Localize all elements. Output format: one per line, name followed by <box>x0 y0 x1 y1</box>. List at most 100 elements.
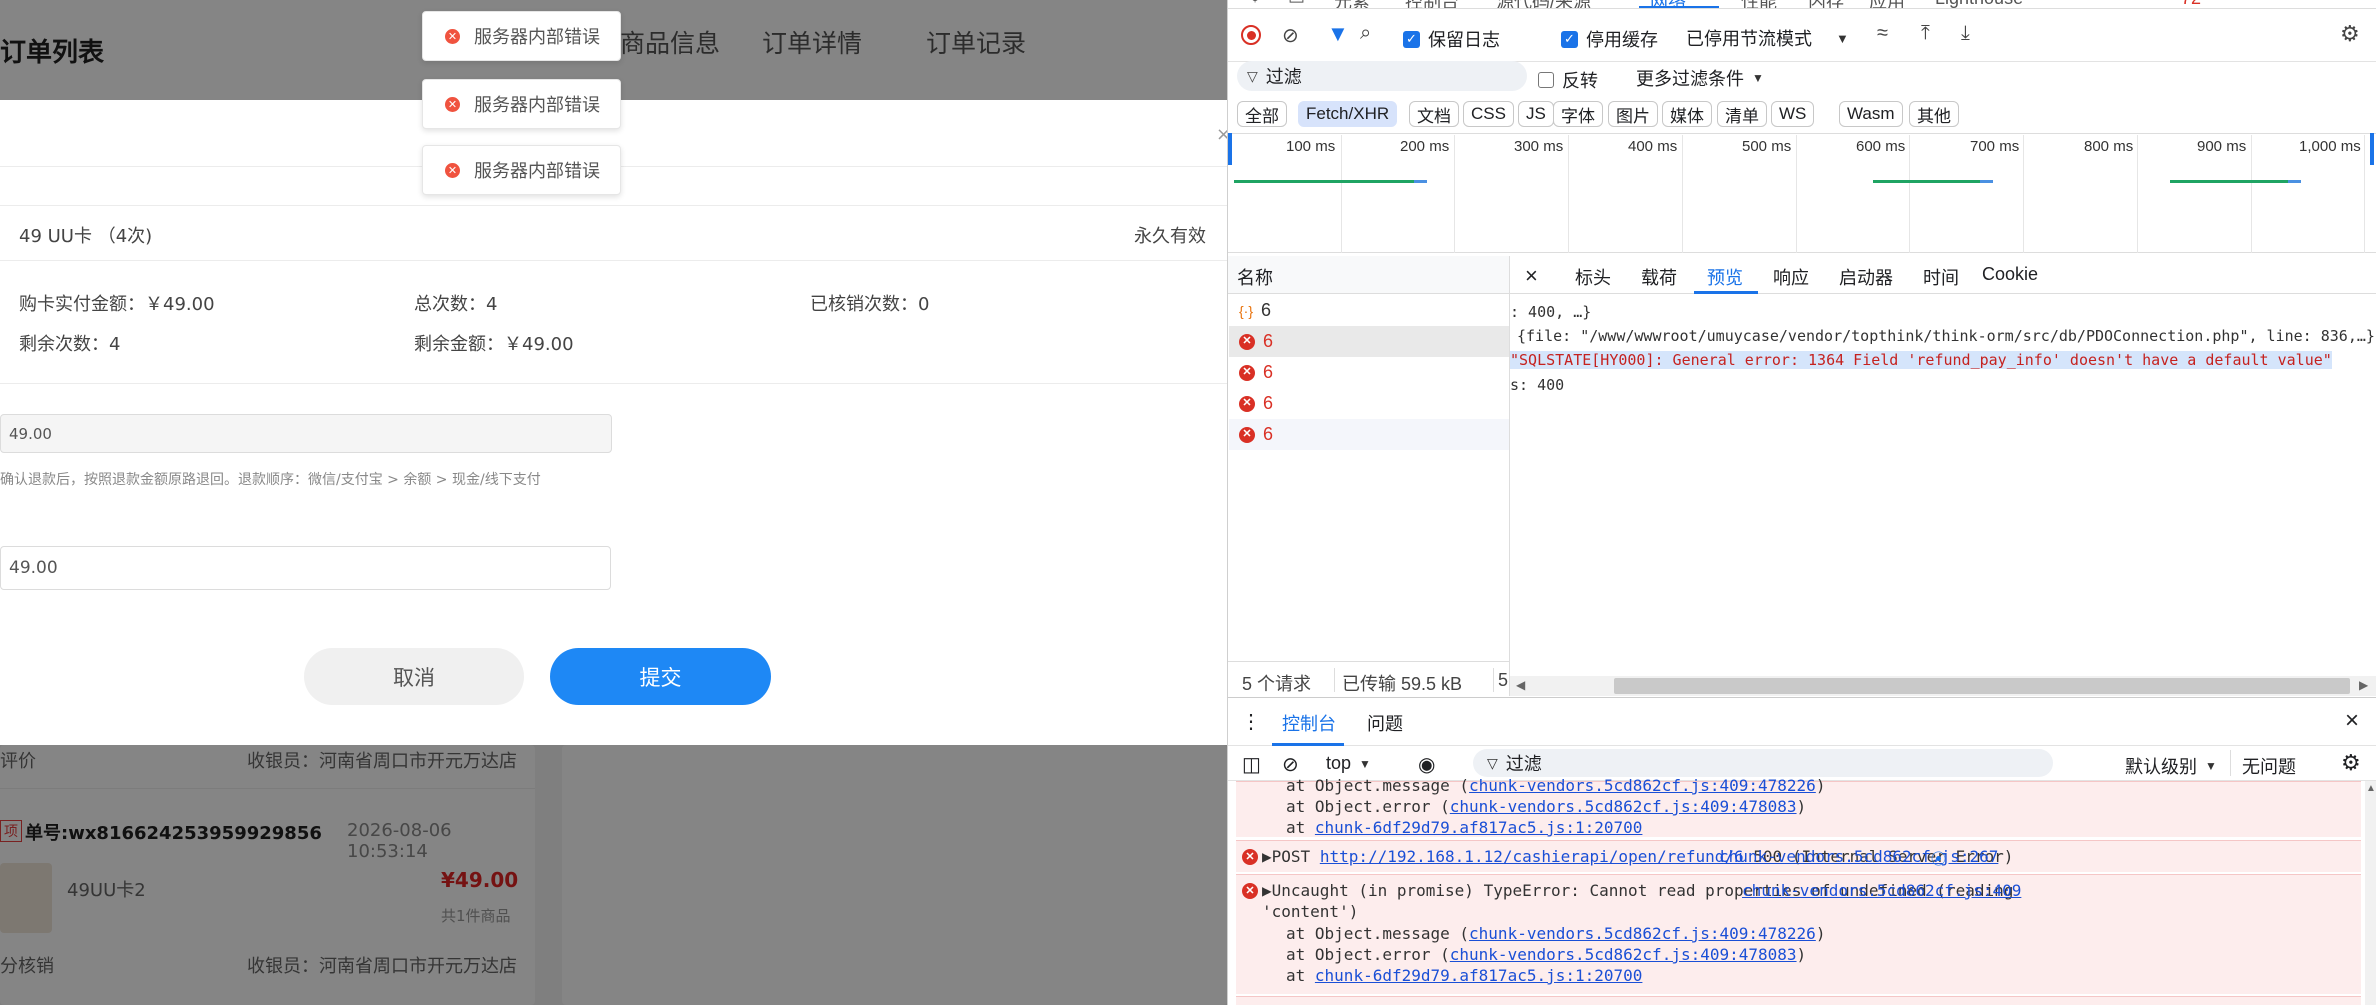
refund-amount-field[interactable]: 49.00 <box>0 414 612 453</box>
tab-sources[interactable]: 源代码/来源 <box>1496 0 1591 8</box>
overview-handle-right[interactable] <box>2370 133 2374 165</box>
console-filter-input[interactable]: ▽ 过滤 <box>1473 749 2053 777</box>
console-error-message[interactable]: ✕ ▶Uncaught (in promise) TypeError: Cann… <box>1236 874 2361 994</box>
stack-frame[interactable]: at Object.message (chunk-vendors.5cd862c… <box>1286 776 1825 795</box>
chip-font[interactable]: 字体 <box>1553 101 1603 127</box>
close-icon[interactable]: × <box>1216 124 1227 145</box>
source-link[interactable]: chunk-vendors.5cd862cf.js:409 <box>1742 881 2021 900</box>
tab-elements[interactable]: 元素 <box>1334 0 1370 8</box>
chip-css[interactable]: CSS <box>1463 101 1514 127</box>
disable-cache-checkbox[interactable]: ✓ 停用缓存 <box>1561 26 1658 52</box>
chip-media[interactable]: 媒体 <box>1662 101 1712 127</box>
preview-line-error[interactable]: "SQLSTATE[HY000]: General error: 1364 Fi… <box>1510 351 2332 369</box>
timeline-bar <box>1234 180 1414 183</box>
tab-performance[interactable]: 性能 <box>1741 0 1777 8</box>
stack-frame[interactable]: at Object.error (chunk-vendors.5cd862cf.… <box>1286 797 1806 816</box>
invert-checkbox[interactable]: 反转 <box>1538 67 1598 93</box>
chip-manifest[interactable]: 清单 <box>1717 101 1767 127</box>
preserve-log-checkbox[interactable]: ✓ 保留日志 <box>1403 26 1500 52</box>
filter-icon[interactable]: ▼ <box>1327 21 1349 47</box>
chip-wasm[interactable]: Wasm <box>1839 101 1903 127</box>
tab-initiator[interactable]: 启动器 <box>1839 264 1893 290</box>
funnel-icon: ▽ <box>1247 67 1258 84</box>
gear-icon[interactable]: ⚙ <box>2340 21 2360 47</box>
record-icon[interactable] <box>1241 25 1261 45</box>
tab-application[interactable]: 应用 <box>1869 0 1905 8</box>
eye-icon[interactable]: ◉ <box>1418 752 1435 777</box>
chip-doc[interactable]: 文档 <box>1409 101 1459 127</box>
tick-label: 400 ms <box>1628 138 1678 155</box>
request-row[interactable]: ✕ 6 <box>1229 419 1509 450</box>
request-row[interactable]: ✕ 6 <box>1229 388 1509 419</box>
tick-label: 1,000 ms <box>2299 138 2361 155</box>
stack-frame[interactable]: at Object.error (chunk-vendors.5cd862cf.… <box>1286 945 1806 964</box>
network-link-icon[interactable]: ⦿ <box>1931 848 1946 869</box>
request-row[interactable]: {·} 6 <box>1229 295 1509 326</box>
tab-memory[interactable]: 内存 <box>1808 0 1844 8</box>
more-menu-icon[interactable]: ⋮ <box>1241 709 1261 734</box>
console-scrollbar[interactable]: ▲ <box>2365 781 2376 1005</box>
filter-input[interactable]: ▽ 过滤 <box>1237 61 1527 91</box>
clear-console-icon[interactable]: ⊘ <box>1282 752 1299 777</box>
cancel-button[interactable]: 取消 <box>304 648 524 705</box>
active-tab-indicator <box>1694 291 1758 294</box>
tab-cookies[interactable]: Cookie <box>1982 264 2038 285</box>
chip-js[interactable]: JS <box>1518 101 1554 127</box>
context-selector[interactable]: top ▼ <box>1326 753 1371 774</box>
stack-frame[interactable]: at Object.message (chunk-vendors.5cd862c… <box>1286 924 1825 943</box>
stack-frame[interactable]: at chunk-6df29d79.af817ac5.js:1:20700 <box>1286 818 1642 837</box>
throttle-select[interactable]: 已停用节流模式 ▼ <box>1686 25 1849 51</box>
sidebar-toggle-icon[interactable]: ◫ <box>1242 752 1261 777</box>
console-error-message[interactable]: ✕ ▶POST http://192.168.1.12/cashierapi/o… <box>1236 840 2361 872</box>
requests-header[interactable]: 名称 <box>1228 256 1509 294</box>
console-error-message[interactable] <box>1236 996 2361 1005</box>
devtools-main-tabs: ⌖ ▭ 元素 控制台 源代码/来源 网络 性能 内存 应用 Lighthouse… <box>1228 0 2376 9</box>
pane-splitter[interactable] <box>1509 256 1510 696</box>
network-conditions-icon[interactable]: ≈ <box>1877 22 1888 45</box>
console-error-message[interactable]: at Object.message (chunk-vendors.5cd862c… <box>1236 776 2361 837</box>
tab-lighthouse[interactable]: Lighthouse <box>1935 0 2023 8</box>
close-icon[interactable]: × <box>1525 263 1538 289</box>
chip-fetch-xhr[interactable]: Fetch/XHR <box>1298 101 1398 127</box>
tick-label: 300 ms <box>1514 138 1564 155</box>
import-har-icon[interactable]: ⤒ <box>1921 22 1930 45</box>
tick-label: 200 ms <box>1400 138 1450 155</box>
preview-line[interactable]: s: 400 <box>1510 376 1564 394</box>
log-level-select[interactable]: 默认级别 ▼ <box>2125 753 2217 779</box>
chip-ws[interactable]: WS <box>1771 101 1815 127</box>
uncaught-error-line[interactable]: 'content') <box>1262 902 1358 921</box>
stack-frame[interactable]: at chunk-6df29d79.af817ac5.js:1:20700 <box>1286 966 1642 985</box>
tab-response[interactable]: 响应 <box>1773 264 1809 290</box>
scrollbar-thumb[interactable] <box>1614 678 2350 694</box>
timeline-bar <box>1873 180 1980 183</box>
tab-payload[interactable]: 载荷 <box>1641 264 1677 290</box>
chip-other[interactable]: 其他 <box>1909 101 1959 127</box>
refund-dialog: × 49 UU卡 （4次) 永久有效 购卡实付金额：￥49.00 总次数：4 已… <box>0 100 1227 745</box>
card-validity: 永久有效 <box>1134 226 1206 247</box>
tab-preview[interactable]: 预览 <box>1707 264 1743 290</box>
request-row-selected[interactable]: ✕ 6 <box>1229 326 1509 357</box>
chip-all[interactable]: 全部 <box>1237 101 1287 127</box>
source-link[interactable]: chunk-vendors.5cd862cf.js:267 <box>1719 847 1998 866</box>
request-row[interactable]: ✕ 6 <box>1229 357 1509 388</box>
drawer-tab-issues[interactable]: 问题 <box>1367 710 1403 736</box>
chevron-down-icon: ▼ <box>2205 759 2217 773</box>
tab-headers[interactable]: 标头 <box>1575 264 1611 290</box>
clear-icon[interactable]: ⊘ <box>1282 23 1299 48</box>
drawer-tab-console[interactable]: 控制台 <box>1282 710 1336 736</box>
tab-console[interactable]: 控制台 <box>1405 0 1459 8</box>
tab-timing[interactable]: 时间 <box>1923 264 1959 290</box>
export-har-icon[interactable]: ⤓ <box>1961 22 1970 45</box>
preview-line[interactable]: {file: "/www/wwwroot/umuycase/vendor/top… <box>1517 327 2375 345</box>
overview-handle-left[interactable] <box>1228 133 1232 165</box>
more-filters-dropdown[interactable]: 更多过滤条件 ▼ <box>1636 65 1764 91</box>
search-icon[interactable]: ⌕ <box>1360 22 1371 45</box>
submit-button[interactable]: 提交 <box>550 648 771 705</box>
horizontal-scrollbar[interactable]: ◀ ▶ <box>1510 676 2376 696</box>
error-count-badge[interactable]: 72 <box>2181 0 2201 8</box>
actual-refund-input[interactable]: 49.00 <box>0 546 611 590</box>
preview-line[interactable]: : 400, …} <box>1510 303 1591 321</box>
chip-img[interactable]: 图片 <box>1608 101 1658 127</box>
gear-icon[interactable]: ⚙ <box>2341 750 2361 776</box>
close-icon[interactable]: × <box>2345 707 2359 735</box>
